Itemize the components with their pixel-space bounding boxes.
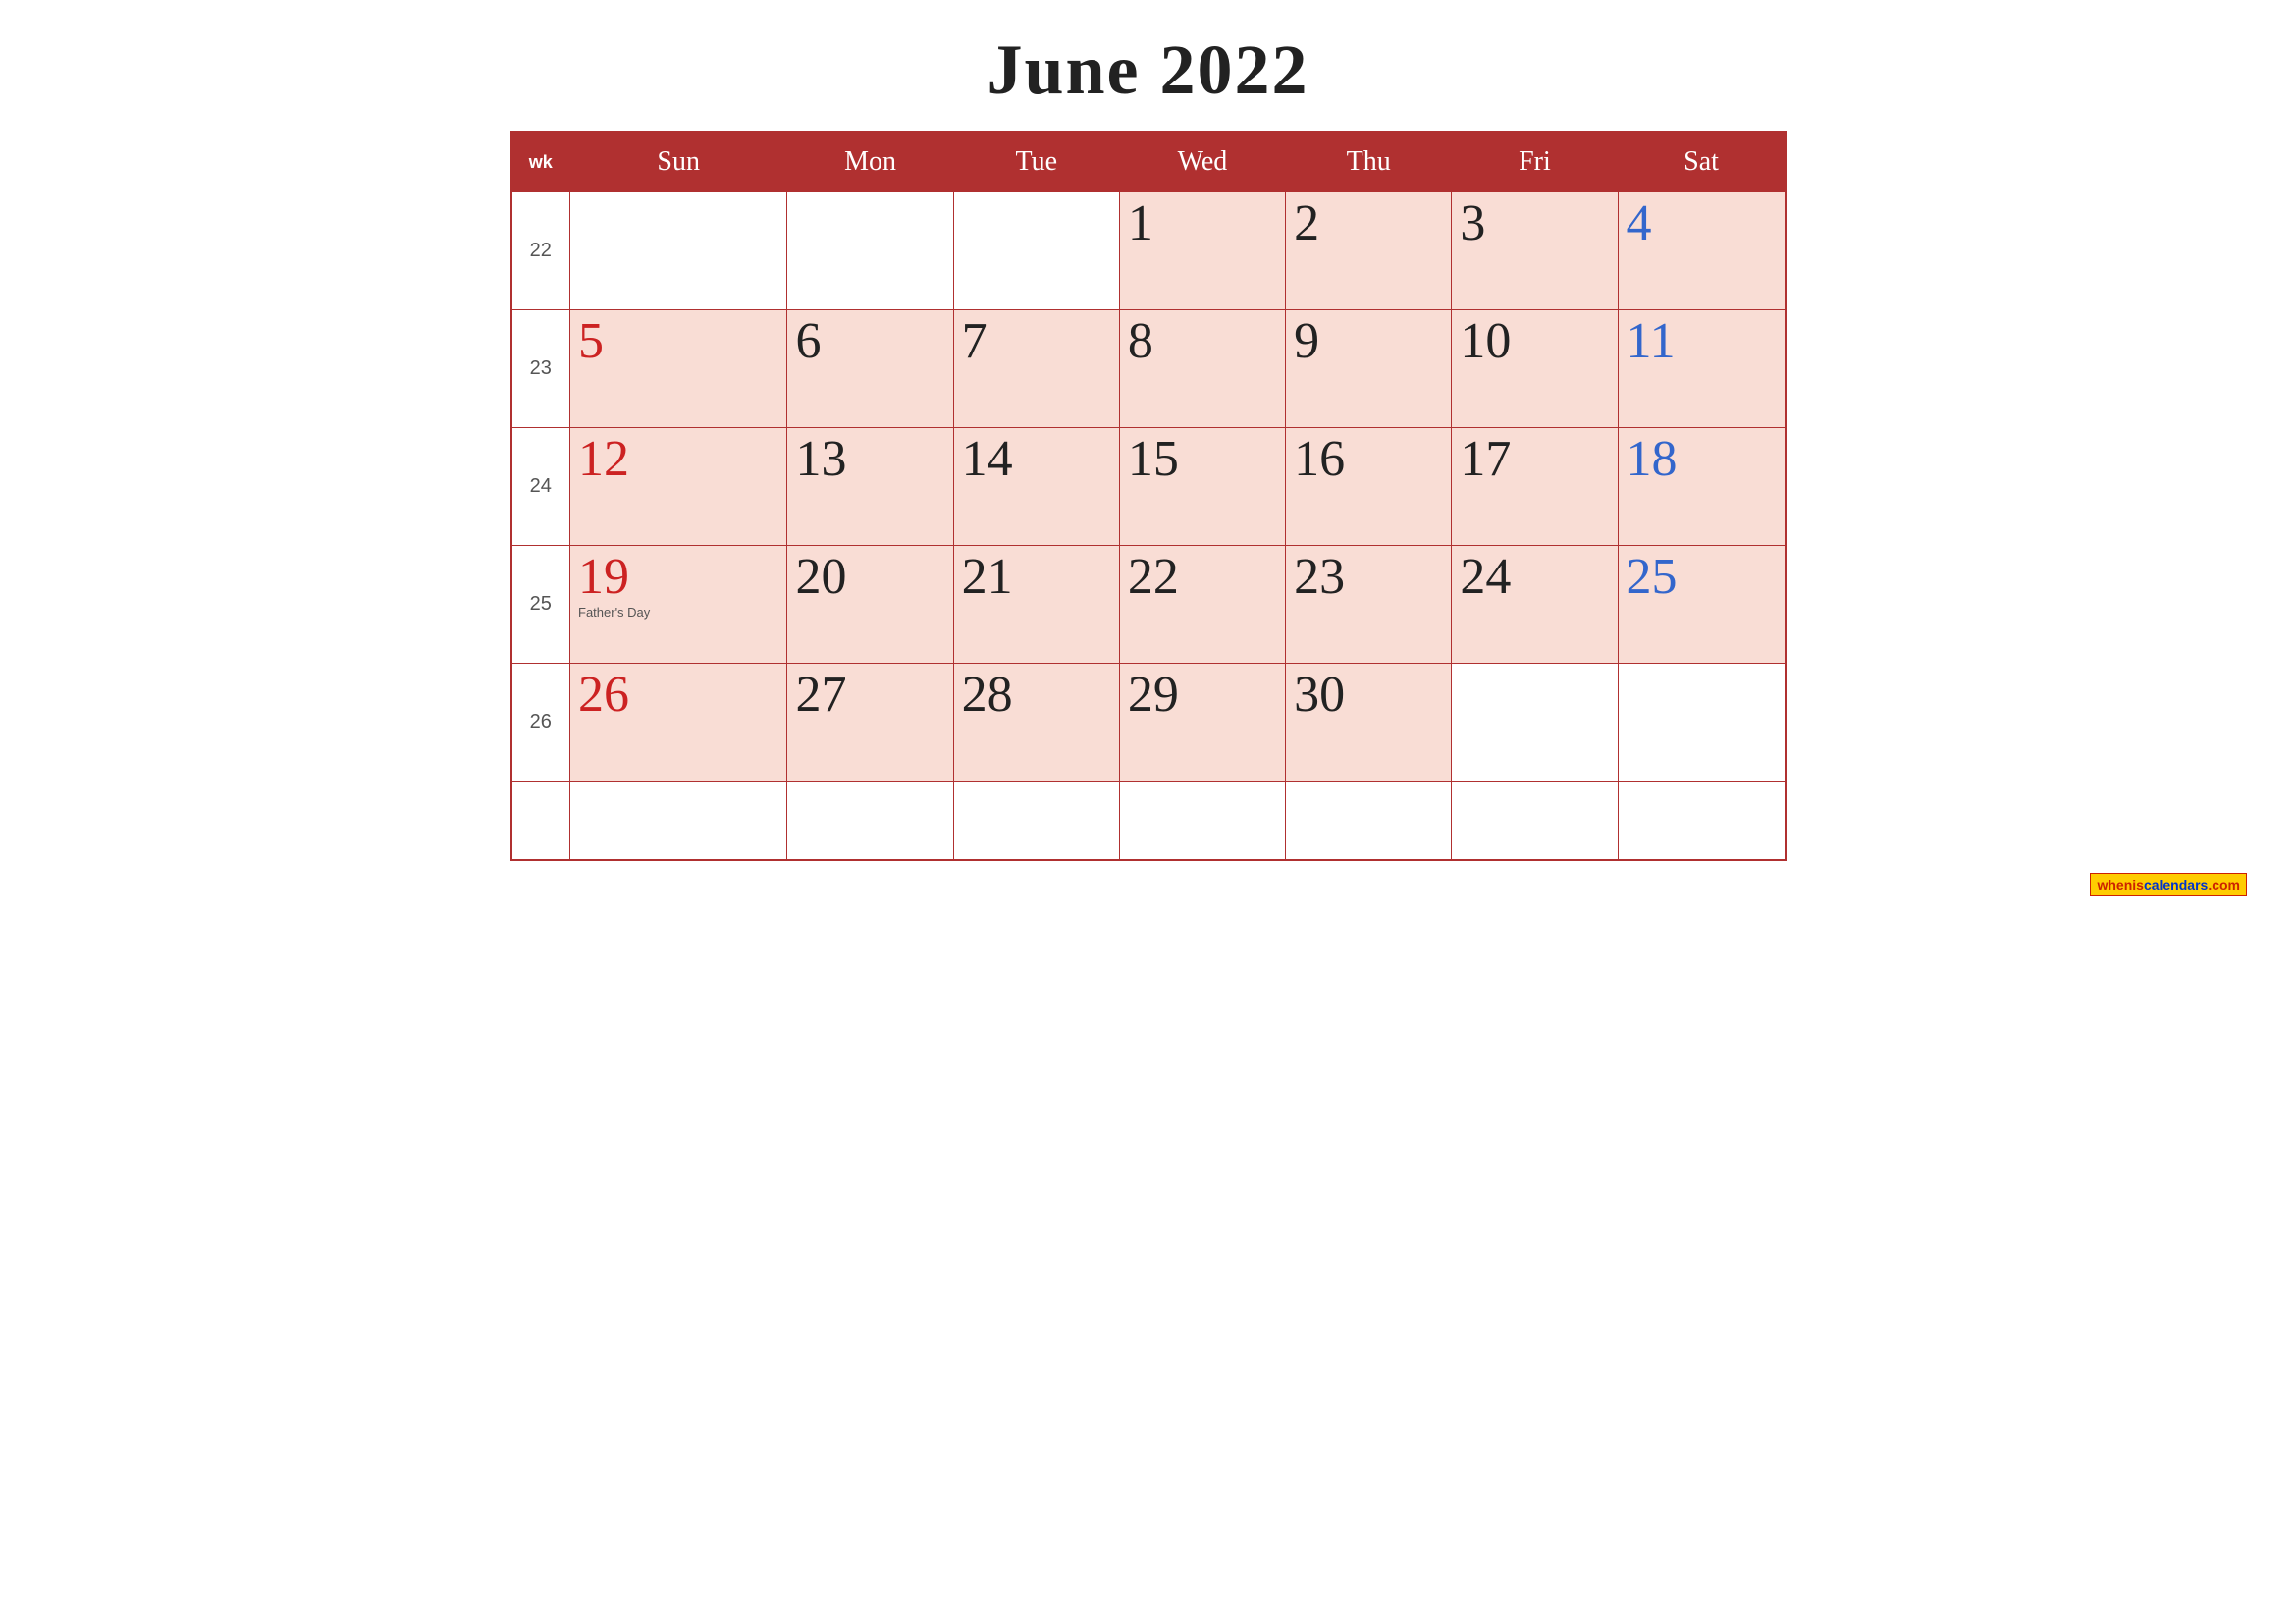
header-sat: Sat [1618, 132, 1785, 192]
day-number: 12 [578, 434, 778, 485]
calendar-cell: 26 [570, 664, 787, 782]
week-number: 23 [511, 310, 570, 428]
day-number: 13 [795, 434, 944, 485]
calendar-cell [953, 192, 1119, 310]
header-wed: Wed [1119, 132, 1285, 192]
day-number: 7 [962, 316, 1111, 367]
day-number: 4 [1627, 198, 1777, 249]
day-number: 6 [795, 316, 944, 367]
calendar: wk Sun Mon Tue Wed Thu Fri Sat 221234235… [510, 131, 1787, 861]
table-row [511, 782, 1786, 860]
day-number: 19 [578, 552, 778, 603]
header-fri: Fri [1452, 132, 1618, 192]
day-number: 17 [1460, 434, 1609, 485]
calendar-cell: 4 [1618, 192, 1785, 310]
day-number: 10 [1460, 316, 1609, 367]
watermark-link[interactable]: wheniscalendars.com [2090, 873, 2247, 896]
day-number: 1 [1128, 198, 1277, 249]
watermark: wheniscalendars.com [2090, 877, 2247, 894]
calendar-cell [787, 782, 953, 860]
header-thu: Thu [1286, 132, 1452, 192]
calendar-cell: 23 [1286, 546, 1452, 664]
calendar-cell: 10 [1452, 310, 1618, 428]
day-number: 21 [962, 552, 1111, 603]
header-sun: Sun [570, 132, 787, 192]
calendar-cell: 6 [787, 310, 953, 428]
calendar-cell: 21 [953, 546, 1119, 664]
calendar-cell [570, 782, 787, 860]
table-row: 2626 27 28 29 30 [511, 664, 1786, 782]
calendar-cell [1618, 664, 1785, 782]
day-number: 25 [1627, 552, 1777, 603]
calendar-cell [1119, 782, 1285, 860]
day-number: 5 [578, 316, 778, 367]
calendar-cell: 17 [1452, 428, 1618, 546]
day-number: 14 [962, 434, 1111, 485]
calendar-cell [787, 192, 953, 310]
table-row: 22 1234 [511, 192, 1786, 310]
day-number: 15 [1128, 434, 1277, 485]
week-number: 24 [511, 428, 570, 546]
calendar-cell: 3 [1452, 192, 1618, 310]
calendar-cell: 13 [787, 428, 953, 546]
header-tue: Tue [953, 132, 1119, 192]
calendar-cell: 5 [570, 310, 787, 428]
calendar-cell: 12 [570, 428, 787, 546]
wk-header: wk [511, 132, 570, 192]
calendar-cell: 30 [1286, 664, 1452, 782]
day-number: 16 [1294, 434, 1443, 485]
calendar-cell: 2 [1286, 192, 1452, 310]
day-number: 8 [1128, 316, 1277, 367]
day-number: 30 [1294, 670, 1443, 721]
day-number: 24 [1460, 552, 1609, 603]
day-number: 2 [1294, 198, 1443, 249]
calendar-cell: 25 [1618, 546, 1785, 664]
day-number: 9 [1294, 316, 1443, 367]
day-number: 28 [962, 670, 1111, 721]
calendar-cell: 19 Father's Day [570, 546, 787, 664]
day-number: 3 [1460, 198, 1609, 249]
day-number: 29 [1128, 670, 1277, 721]
table-row: 2519Father's Day202122232425 [511, 546, 1786, 664]
calendar-cell [1286, 782, 1452, 860]
day-number: 18 [1627, 434, 1777, 485]
week-number: 25 [511, 546, 570, 664]
calendar-cell: 1 [1119, 192, 1285, 310]
week-number: 26 [511, 664, 570, 782]
table-row: 2356789 10 11 [511, 310, 1786, 428]
calendar-cell: 28 [953, 664, 1119, 782]
calendar-cell: 7 [953, 310, 1119, 428]
calendar-cell: 14 [953, 428, 1119, 546]
day-number: 20 [795, 552, 944, 603]
calendar-table: wk Sun Mon Tue Wed Thu Fri Sat 221234235… [510, 131, 1787, 861]
day-number: 26 [578, 670, 778, 721]
page-title: June 2022 [987, 29, 1308, 111]
calendar-cell: 15 [1119, 428, 1285, 546]
week-number: 22 [511, 192, 570, 310]
day-number: 11 [1627, 316, 1777, 367]
calendar-cell [953, 782, 1119, 860]
holiday-label: Father's Day [578, 605, 778, 620]
calendar-cell: 22 [1119, 546, 1285, 664]
calendar-cell: 9 [1286, 310, 1452, 428]
calendar-cell: 29 [1119, 664, 1285, 782]
calendar-cell: 24 [1452, 546, 1618, 664]
calendar-cell: 20 [787, 546, 953, 664]
calendar-cell: 16 [1286, 428, 1452, 546]
calendar-cell: 8 [1119, 310, 1285, 428]
calendar-cell [1618, 782, 1785, 860]
calendar-cell [1452, 782, 1618, 860]
day-number: 23 [1294, 552, 1443, 603]
calendar-cell: 18 [1618, 428, 1785, 546]
calendar-cell [1452, 664, 1618, 782]
header-mon: Mon [787, 132, 953, 192]
table-row: 2412 13 14 15 16 17 18 [511, 428, 1786, 546]
calendar-cell: 11 [1618, 310, 1785, 428]
day-number: 27 [795, 670, 944, 721]
calendar-cell: 27 [787, 664, 953, 782]
week-number [511, 782, 570, 860]
day-number: 22 [1128, 552, 1277, 603]
calendar-cell [570, 192, 787, 310]
